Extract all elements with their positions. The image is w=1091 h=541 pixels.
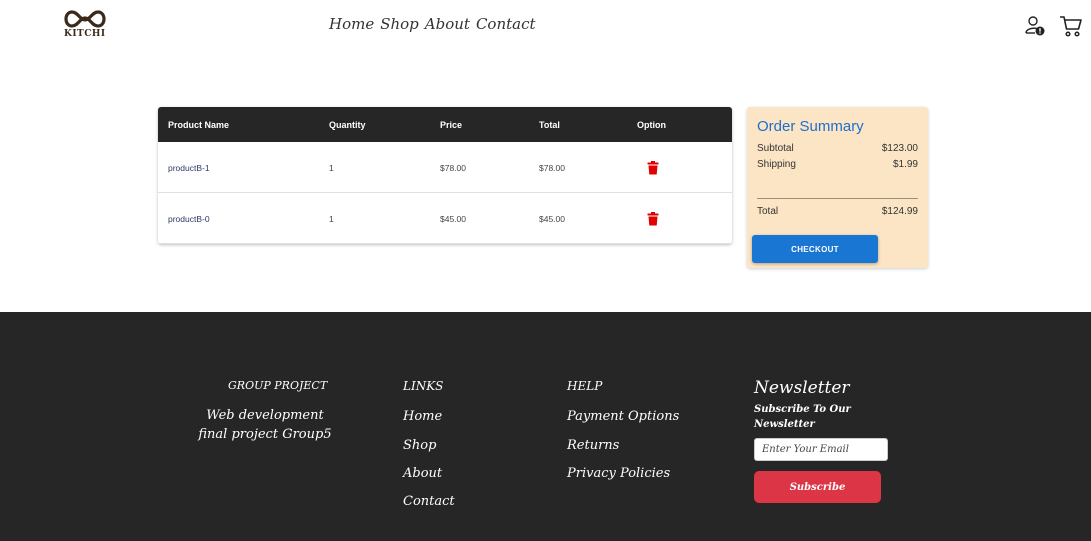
table-header: Product Name Quantity Price Total Option [158,107,732,142]
summary-divider [757,198,918,199]
footer-link-privacy-policies[interactable]: Privacy Policies [567,466,670,481]
trash-icon[interactable] [647,212,659,226]
site-footer: GROUP PROJECT Web development final proj… [0,312,1091,541]
group-project-heading: GROUP PROJECT [228,379,328,392]
product-price: $45.00 [440,214,466,224]
trash-icon[interactable] [647,161,659,175]
column-header-option: Option [637,120,666,130]
product-name: productB-0 [168,214,210,224]
table-row: productB-0 1 $45.00 $45.00 [158,193,732,244]
checkout-button[interactable]: CHECKOUT [752,235,878,263]
product-quantity: 1 [329,214,334,224]
product-total: $45.00 [539,214,565,224]
table-row: productB-1 1 $78.00 $78.00 [158,142,732,193]
nav-shop[interactable]: Shop [380,15,419,33]
total-label: Total [757,206,779,217]
order-summary: Order Summary Subtotal $123.00 Shipping … [747,107,928,268]
shipping-label: Shipping [757,159,796,170]
footer-link-contact[interactable]: Contact [403,494,455,509]
links-heading: LINKS [403,379,444,393]
product-total: $78.00 [539,163,565,173]
email-input[interactable] [754,438,888,461]
subtotal-label: Subtotal [757,143,794,154]
footer-link-shop[interactable]: Shop [403,438,436,453]
nav-contact[interactable]: Contact [476,15,536,33]
logo-mark-icon [64,10,106,28]
column-header-price: Price [440,120,463,130]
subtotal-row: Subtotal $123.00 [757,143,918,154]
newsletter-subtitle: Subscribe To Our Newsletter [754,404,851,430]
site-logo[interactable]: KITCHI [61,8,109,42]
subscribe-button[interactable]: Subscribe [754,471,881,503]
shipping-value: $1.99 [892,159,918,170]
group-project-line2: final project Group5 [198,427,332,442]
column-header-quantity: Quantity [329,120,366,130]
order-summary-title: Order Summary [757,118,864,135]
nav-about[interactable]: About [425,15,470,33]
logo-text: KITCHI [64,29,106,39]
cart-table: Product Name Quantity Price Total Option… [158,107,732,244]
product-quantity: 1 [329,163,334,173]
column-header-total: Total [539,120,560,130]
total-row: Total $124.99 [757,206,918,217]
shipping-row: Shipping $1.99 [757,159,918,170]
nav-home[interactable]: Home [329,15,374,33]
newsletter-title: Newsletter [754,378,850,398]
site-header: KITCHI Home Shop About Contact [0,0,1091,52]
user-alert-icon[interactable] [1024,15,1046,37]
product-name: productB-1 [168,163,210,173]
main-nav: Home Shop About Contact [329,15,536,33]
footer-link-about[interactable]: About [403,466,442,481]
footer-link-home[interactable]: Home [403,409,442,424]
total-value: $124.99 [881,206,918,217]
help-heading: HELP [567,379,603,393]
product-price: $78.00 [440,163,466,173]
group-project-line1: Web development [206,408,324,423]
footer-link-returns[interactable]: Returns [567,438,619,453]
footer-link-payment-options[interactable]: Payment Options [567,409,679,424]
cart-icon[interactable] [1059,14,1083,38]
subtotal-value: $123.00 [881,143,918,154]
column-header-product-name: Product Name [168,120,230,130]
